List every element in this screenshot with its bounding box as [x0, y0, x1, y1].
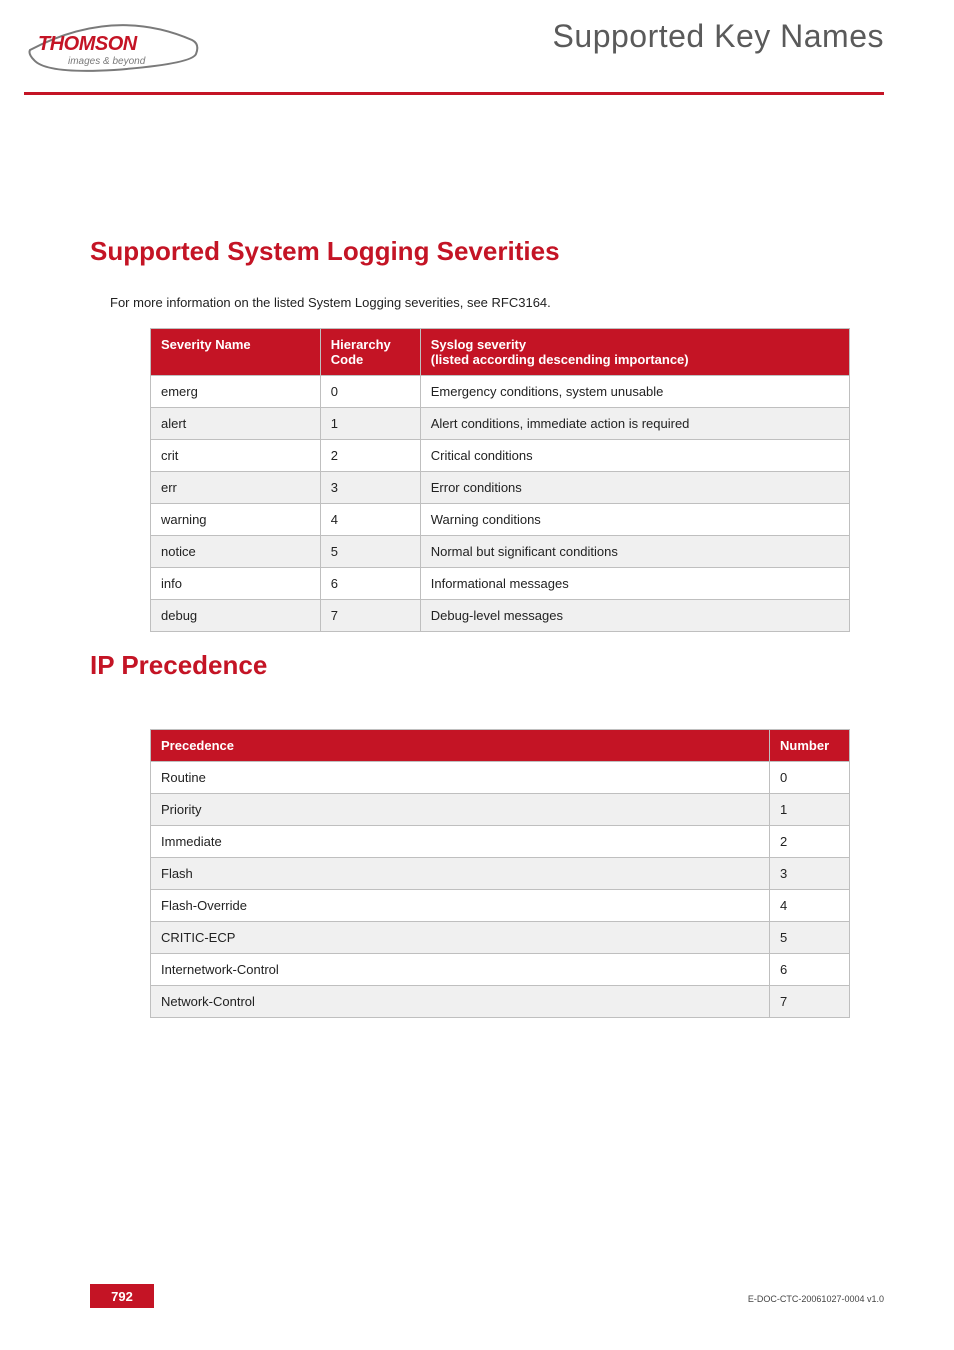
col-header-precedence: Precedence [151, 730, 770, 762]
severity-table: Severity Name Hierarchy Code Syslog seve… [150, 328, 850, 632]
table-row: crit2Critical conditions [151, 440, 850, 472]
cell-name: debug [151, 600, 321, 632]
table-row: emerg0Emergency conditions, system unusa… [151, 376, 850, 408]
cell-name: info [151, 568, 321, 600]
section1-intro: For more information on the listed Syste… [110, 295, 884, 310]
page-header: THOMSON images & beyond Supported Key Na… [0, 0, 954, 96]
cell-number: 6 [770, 954, 850, 986]
logo-tagline-text: images & beyond [68, 56, 146, 67]
table-row: info6Informational messages [151, 568, 850, 600]
cell-number: 5 [770, 922, 850, 954]
cell-code: 0 [320, 376, 420, 408]
table-row: notice5Normal but significant conditions [151, 536, 850, 568]
document-id: E-DOC-CTC-20061027-0004 v1.0 [748, 1294, 884, 1304]
cell-code: 1 [320, 408, 420, 440]
cell-precedence: Immediate [151, 826, 770, 858]
precedence-table-body: Routine0 Priority1 Immediate2 Flash3 Fla… [151, 762, 850, 1018]
col-header-number: Number [770, 730, 850, 762]
cell-precedence: Priority [151, 794, 770, 826]
table-row: debug7Debug-level messages [151, 600, 850, 632]
header-rule [24, 92, 884, 95]
cell-code: 2 [320, 440, 420, 472]
table-row: Flash-Override4 [151, 890, 850, 922]
cell-number: 1 [770, 794, 850, 826]
cell-number: 4 [770, 890, 850, 922]
section2-title: IP Precedence [90, 650, 884, 681]
cell-precedence: Flash [151, 858, 770, 890]
cell-code: 7 [320, 600, 420, 632]
cell-number: 3 [770, 858, 850, 890]
col-header-severity-name: Severity Name [151, 329, 321, 376]
table-header-row: Severity Name Hierarchy Code Syslog seve… [151, 329, 850, 376]
logo-brand-text: THOMSON [38, 33, 138, 55]
table-header-row: Precedence Number [151, 730, 850, 762]
cell-desc: Critical conditions [420, 440, 849, 472]
page-footer: 792 E-DOC-CTC-20061027-0004 v1.0 [0, 1278, 954, 1308]
cell-name: err [151, 472, 321, 504]
cell-precedence: Routine [151, 762, 770, 794]
table-row: Immediate2 [151, 826, 850, 858]
cell-number: 7 [770, 986, 850, 1018]
table-row: Routine0 [151, 762, 850, 794]
cell-name: alert [151, 408, 321, 440]
running-title: Supported Key Names [553, 18, 884, 55]
cell-number: 0 [770, 762, 850, 794]
cell-precedence: Internetwork-Control [151, 954, 770, 986]
cell-code: 6 [320, 568, 420, 600]
cell-desc: Alert conditions, immediate action is re… [420, 408, 849, 440]
cell-desc: Informational messages [420, 568, 849, 600]
table-row: Flash3 [151, 858, 850, 890]
section1-title: Supported System Logging Severities [90, 236, 884, 267]
page-number-badge: 792 [90, 1284, 154, 1308]
cell-precedence: Network-Control [151, 986, 770, 1018]
cell-code: 5 [320, 536, 420, 568]
cell-desc: Normal but significant conditions [420, 536, 849, 568]
severity-table-body: emerg0Emergency conditions, system unusa… [151, 376, 850, 632]
table-row: Priority1 [151, 794, 850, 826]
cell-desc: Emergency conditions, system unusable [420, 376, 849, 408]
cell-precedence: Flash-Override [151, 890, 770, 922]
cell-name: notice [151, 536, 321, 568]
precedence-table: Precedence Number Routine0 Priority1 Imm… [150, 729, 850, 1018]
table-row: err3Error conditions [151, 472, 850, 504]
cell-code: 4 [320, 504, 420, 536]
cell-desc: Debug-level messages [420, 600, 849, 632]
table-row: alert1Alert conditions, immediate action… [151, 408, 850, 440]
content: Supported System Logging Severities For … [0, 96, 954, 1018]
cell-name: crit [151, 440, 321, 472]
page: THOMSON images & beyond Supported Key Na… [0, 0, 954, 1350]
cell-name: emerg [151, 376, 321, 408]
col-header-syslog-severity: Syslog severity (listed according descen… [420, 329, 849, 376]
cell-desc: Warning conditions [420, 504, 849, 536]
brand-logo: THOMSON images & beyond [24, 12, 204, 87]
cell-desc: Error conditions [420, 472, 849, 504]
table-row: Internetwork-Control6 [151, 954, 850, 986]
cell-number: 2 [770, 826, 850, 858]
cell-code: 3 [320, 472, 420, 504]
table-row: warning4Warning conditions [151, 504, 850, 536]
cell-precedence: CRITIC-ECP [151, 922, 770, 954]
table-row: CRITIC-ECP5 [151, 922, 850, 954]
table-row: Network-Control7 [151, 986, 850, 1018]
col-header-hierarchy-code: Hierarchy Code [320, 329, 420, 376]
cell-name: warning [151, 504, 321, 536]
thomson-logo-icon: THOMSON images & beyond [24, 12, 204, 82]
